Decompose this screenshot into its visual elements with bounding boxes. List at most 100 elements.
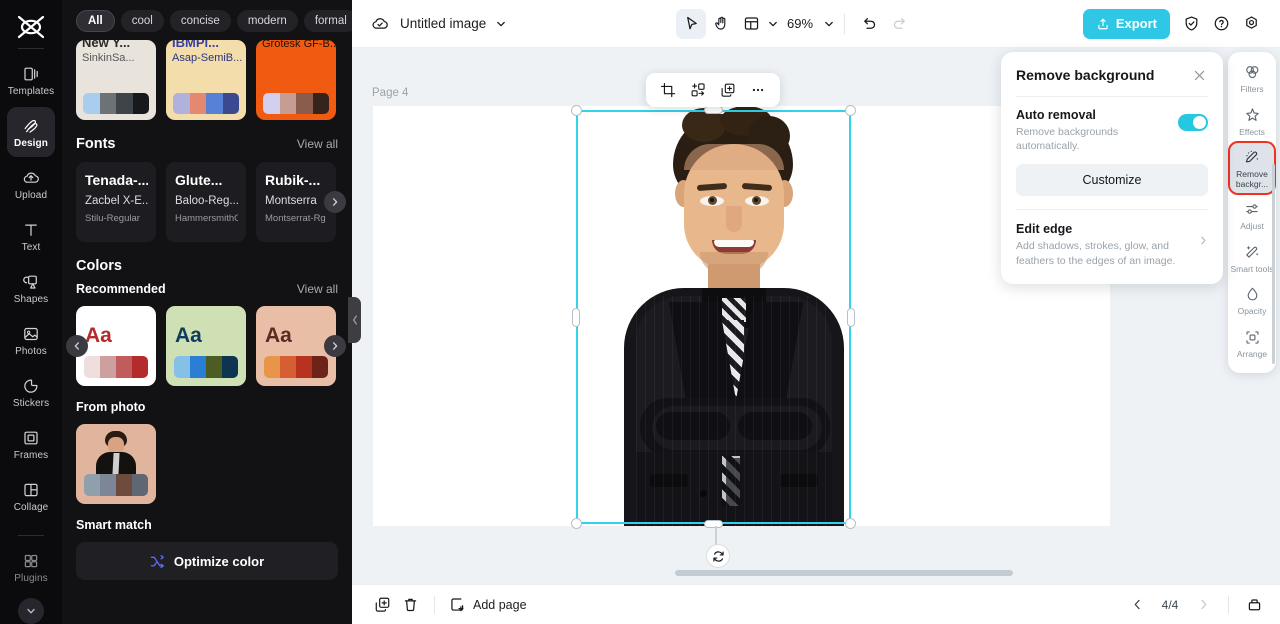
- selection-frame[interactable]: [571, 105, 856, 568]
- sidebar-item-upload[interactable]: Upload: [7, 159, 55, 209]
- colors-prev-button[interactable]: [66, 335, 88, 357]
- panel-divider-2: [1016, 209, 1208, 211]
- swatch: [280, 356, 296, 378]
- sidebar-item-label: Photos: [15, 346, 47, 357]
- font-card-line3: HammersmithOn...: [175, 213, 238, 224]
- resize-handle-middle-right[interactable]: [847, 308, 855, 327]
- chevron-down-icon[interactable]: [495, 18, 507, 30]
- zoom-caret-icon[interactable]: [823, 18, 835, 30]
- tool-filters[interactable]: Filters: [1230, 58, 1274, 99]
- color-palette-card[interactable]: Aa: [76, 306, 156, 386]
- tool-adjust[interactable]: Adjust: [1230, 195, 1274, 236]
- resize-handle-top-left[interactable]: [571, 105, 582, 116]
- template-card[interactable]: New Y... SinkinSa...: [76, 40, 156, 120]
- tool-arrange[interactable]: Arrange: [1230, 323, 1274, 364]
- trash-icon[interactable]: [396, 592, 424, 618]
- colors-view-all[interactable]: View all: [297, 282, 338, 296]
- duplicate-icon[interactable]: [714, 77, 742, 103]
- resize-handle-middle-left[interactable]: [572, 308, 580, 327]
- fonts-next-button[interactable]: [324, 191, 346, 213]
- sidebar-item-plugins[interactable]: Plugins: [7, 542, 55, 592]
- shuffle-icon: [150, 554, 165, 569]
- remove-background-icon: [1243, 148, 1262, 167]
- color-palette-card[interactable]: Aa: [166, 306, 246, 386]
- resize-handle-top-center[interactable]: [704, 106, 723, 114]
- question-circle-icon[interactable]: [1206, 9, 1236, 39]
- photos-icon: [20, 323, 42, 344]
- colors-next-button[interactable]: [324, 335, 346, 357]
- shield-check-icon[interactable]: [1176, 9, 1206, 39]
- tag-pill-concise[interactable]: concise: [169, 10, 231, 32]
- replace-icon[interactable]: [684, 77, 712, 103]
- select-tool-button[interactable]: [676, 8, 707, 39]
- tag-pill-cool[interactable]: cool: [120, 10, 164, 32]
- next-page-button[interactable]: [1189, 592, 1217, 618]
- from-photo-swatch-card[interactable]: [76, 424, 156, 504]
- frames-icon: [20, 427, 42, 448]
- tag-pill-all[interactable]: All: [76, 10, 115, 32]
- ellipsis-icon[interactable]: [744, 77, 772, 103]
- resize-handle-bottom-center[interactable]: [704, 520, 723, 528]
- rotate-handle[interactable]: [706, 544, 730, 568]
- sidebar-item-photos[interactable]: Photos: [7, 315, 55, 365]
- font-card-line2: Zacbel X-E...: [85, 195, 148, 207]
- crop-icon[interactable]: [654, 77, 682, 103]
- layout-caret-icon[interactable]: [767, 18, 779, 30]
- redo-button[interactable]: [884, 9, 914, 39]
- tool-opacity[interactable]: Opacity: [1230, 280, 1274, 321]
- hand-tool-button[interactable]: [706, 9, 736, 39]
- font-card[interactable]: Tenada-... Zacbel X-E... Stilu-Regular: [76, 162, 156, 242]
- layout-tool-button[interactable]: [736, 9, 766, 39]
- sidebar-item-label: Frames: [13, 450, 49, 461]
- sidebar-item-text[interactable]: Text: [7, 211, 55, 261]
- resize-handle-bottom-left[interactable]: [571, 518, 582, 529]
- tag-pill-modern[interactable]: modern: [236, 10, 298, 32]
- edit-edge-row[interactable]: Edit edge Add shadows, strokes, glow, an…: [1016, 222, 1208, 267]
- fonts-view-all[interactable]: View all: [297, 137, 338, 151]
- prev-page-button[interactable]: [1123, 592, 1151, 618]
- swatch: [296, 356, 312, 378]
- sidebar-item-frames[interactable]: Frames: [7, 419, 55, 469]
- tool-remove-backgr[interactable]: Remove backgr...: [1228, 141, 1276, 196]
- resize-handle-top-right[interactable]: [845, 105, 856, 116]
- template-card-swatches: [263, 93, 329, 114]
- sidebar-item-stickers[interactable]: Stickers: [7, 367, 55, 417]
- close-icon[interactable]: [1190, 66, 1208, 84]
- sidebar-item-collage[interactable]: Collage: [7, 471, 55, 521]
- tag-pill-formal[interactable]: formal: [303, 10, 352, 32]
- template-card[interactable]: IBMPl... Asap-SemiB...: [166, 40, 246, 120]
- undo-button[interactable]: [854, 9, 884, 39]
- gear-icon[interactable]: [1236, 9, 1266, 39]
- sidebar-item-templates[interactable]: Templates: [7, 55, 55, 105]
- font-card[interactable]: Glute... Baloo-Reg... HammersmithOn...: [166, 162, 246, 242]
- font-card-line1: Tenada-...: [85, 172, 148, 188]
- sidebar-item-design[interactable]: Design: [7, 107, 55, 157]
- pages-panel-icon[interactable]: [1240, 592, 1268, 618]
- chevron-right-icon[interactable]: [1198, 235, 1209, 246]
- edit-edge-description: Add shadows, strokes, glow, and feathers…: [1016, 240, 1176, 267]
- auto-removal-toggle[interactable]: [1178, 114, 1208, 131]
- template-card[interactable]: Grotesk GF-B...: [256, 40, 336, 120]
- customize-button[interactable]: Customize: [1016, 164, 1208, 197]
- tool-effects[interactable]: Effects: [1230, 101, 1274, 142]
- duplicate-page-icon[interactable]: [368, 592, 396, 618]
- panel-collapse-handle[interactable]: [348, 297, 361, 343]
- add-page-button[interactable]: Add page: [449, 596, 527, 613]
- optimize-color-button[interactable]: Optimize color: [76, 542, 338, 580]
- tool-smart-tools[interactable]: Smart tools: [1230, 238, 1274, 279]
- zoom-level-value[interactable]: 69%: [787, 16, 813, 31]
- sidebar-item-shapes[interactable]: Shapes: [7, 263, 55, 313]
- rail-collapse-button[interactable]: [18, 598, 44, 624]
- swatch: [100, 474, 116, 496]
- tools-rail-scrollbar[interactable]: [1272, 164, 1275, 364]
- cloud-saved-icon[interactable]: [370, 14, 390, 34]
- swatch: [116, 93, 133, 114]
- swatch: [279, 93, 296, 114]
- document-title[interactable]: Untitled image: [400, 16, 486, 31]
- export-button[interactable]: Export: [1082, 8, 1170, 39]
- capcut-logo-icon[interactable]: [14, 12, 48, 42]
- resize-handle-bottom-right[interactable]: [845, 518, 856, 529]
- horizontal-scrollbar[interactable]: [675, 570, 1013, 576]
- font-cards-row: Tenada-... Zacbel X-E... Stilu-Regular Glut…: [62, 162, 352, 242]
- tag-label: formal: [314, 15, 347, 27]
